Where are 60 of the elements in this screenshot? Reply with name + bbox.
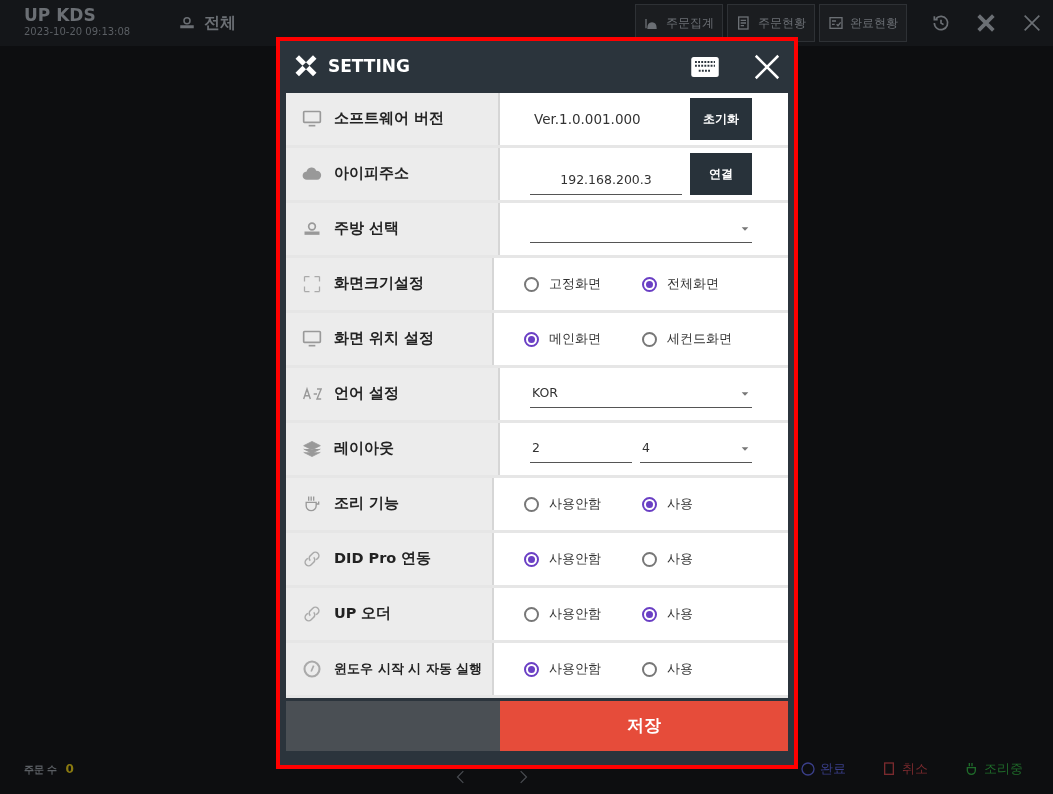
- radio-button[interactable]: [642, 551, 657, 567]
- setting-label: 주방 선택: [334, 219, 400, 239]
- radio-button[interactable]: [524, 661, 539, 677]
- ip-address-field[interactable]: 192.168.200.3: [530, 167, 682, 195]
- radio-option[interactable]: 전체화면: [642, 274, 752, 294]
- reset-button[interactable]: 초기화: [690, 98, 752, 140]
- setting-label: 언어 설정: [334, 384, 400, 404]
- version-text: Ver.1.0.001.000: [533, 109, 642, 129]
- close-icon[interactable]: [752, 52, 782, 82]
- setting-label: UP 오더: [334, 604, 392, 624]
- radio-option[interactable]: 사용: [642, 659, 752, 679]
- monitor-icon: [302, 109, 322, 129]
- radio-option[interactable]: 사용: [642, 604, 752, 624]
- setting-label: 아이피주소: [334, 164, 409, 184]
- order-count-label: 주문 수: [24, 762, 58, 777]
- radio-option[interactable]: 사용안함: [524, 549, 634, 569]
- setting-label: 레이아웃: [334, 439, 394, 459]
- app-title: UP KDS: [24, 7, 97, 24]
- history-icon[interactable]: [931, 13, 951, 33]
- radio-option[interactable]: 고정화면: [524, 274, 634, 294]
- monitor-icon: [302, 329, 322, 349]
- expand-icon: [302, 274, 322, 294]
- date-time: 2023-10-20 09:13:08: [24, 25, 131, 39]
- setting-label: 소프트웨어 버전: [334, 109, 445, 129]
- radio-button[interactable]: [642, 276, 657, 292]
- radio-option[interactable]: 사용안함: [524, 494, 634, 514]
- checklist-icon: [828, 15, 844, 31]
- radio-option[interactable]: 사용안함: [524, 659, 634, 679]
- circle-icon: [800, 761, 816, 777]
- radio-button[interactable]: [524, 551, 539, 567]
- setting-label: DID Pro 연동: [334, 549, 432, 569]
- radio-button[interactable]: [524, 276, 539, 292]
- radio-button[interactable]: [642, 331, 657, 347]
- radio-option[interactable]: 세컨드화면: [642, 329, 752, 349]
- setting-label: 조리 기능: [334, 494, 400, 514]
- layers-icon: [302, 439, 322, 459]
- radio-option[interactable]: 사용: [642, 549, 752, 569]
- radio-button[interactable]: [642, 661, 657, 677]
- gauge-icon: [302, 659, 322, 679]
- radio-option[interactable]: 메인화면: [524, 329, 634, 349]
- link-icon: [302, 549, 322, 569]
- radio-option[interactable]: 사용: [642, 494, 752, 514]
- radio-button[interactable]: [642, 606, 657, 622]
- connect-button[interactable]: 연결: [690, 153, 752, 195]
- radio-button[interactable]: [524, 606, 539, 622]
- order-count: 0: [65, 761, 74, 778]
- dropdown-field[interactable]: 4: [640, 435, 752, 463]
- radio-option[interactable]: 사용안함: [524, 604, 634, 624]
- setting-label: 화면크기설정: [334, 274, 424, 294]
- radio-button[interactable]: [642, 496, 657, 512]
- dropdown-field[interactable]: 2: [530, 435, 632, 463]
- kitchen-label: 전체: [204, 12, 237, 34]
- radio-button[interactable]: [524, 496, 539, 512]
- radio-button[interactable]: [524, 331, 539, 347]
- save-button[interactable]: 저장: [500, 701, 788, 751]
- dialog-title: SETTING: [328, 55, 410, 79]
- setting-label: 윈도우 시작 시 자동 실행: [334, 660, 483, 679]
- document-icon: [736, 15, 752, 31]
- link-icon: [302, 604, 322, 624]
- setting-label: 화면 위치 설정: [334, 329, 435, 349]
